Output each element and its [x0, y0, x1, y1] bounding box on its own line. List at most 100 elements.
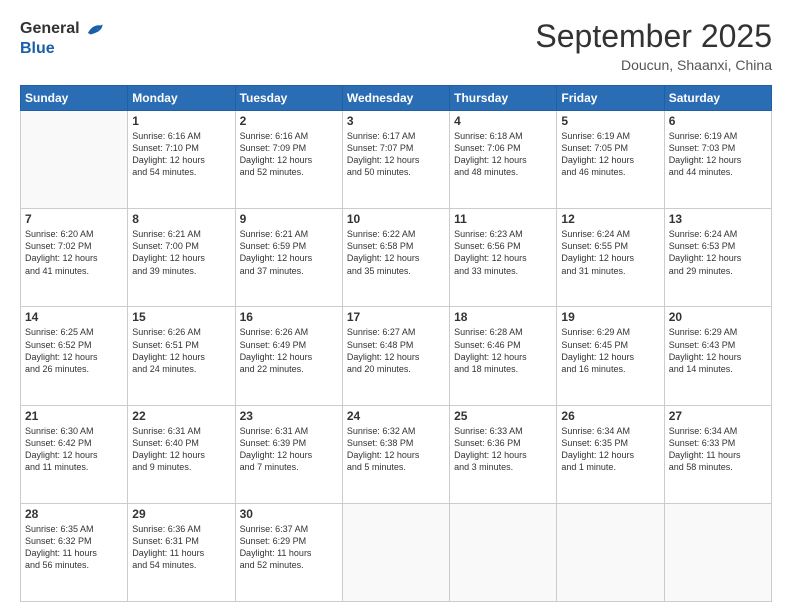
calendar-cell: 15 Sunrise: 6:26 AM Sunset: 6:51 PM Dayli…: [128, 307, 235, 405]
day-info: Sunrise: 6:25 AM Sunset: 6:52 PM Dayligh…: [25, 326, 123, 375]
day-number: 29: [132, 507, 230, 521]
calendar-cell: 23 Sunrise: 6:31 AM Sunset: 6:39 PM Dayli…: [235, 405, 342, 503]
day-info: Sunrise: 6:24 AM Sunset: 6:55 PM Dayligh…: [561, 228, 659, 277]
day-info: Sunrise: 6:21 AM Sunset: 7:00 PM Dayligh…: [132, 228, 230, 277]
day-number: 11: [454, 212, 552, 226]
day-number: 2: [240, 114, 338, 128]
calendar-cell: 26 Sunrise: 6:34 AM Sunset: 6:35 PM Dayli…: [557, 405, 664, 503]
calendar-cell: 29 Sunrise: 6:36 AM Sunset: 6:31 PM Dayli…: [128, 503, 235, 601]
day-info: Sunrise: 6:26 AM Sunset: 6:49 PM Dayligh…: [240, 326, 338, 375]
day-number: 28: [25, 507, 123, 521]
day-info: Sunrise: 6:30 AM Sunset: 6:42 PM Dayligh…: [25, 425, 123, 474]
calendar-cell: 14 Sunrise: 6:25 AM Sunset: 6:52 PM Dayli…: [21, 307, 128, 405]
calendar-cell: [450, 503, 557, 601]
day-info: Sunrise: 6:17 AM Sunset: 7:07 PM Dayligh…: [347, 130, 445, 179]
calendar-cell: 4 Sunrise: 6:18 AM Sunset: 7:06 PM Daylig…: [450, 111, 557, 209]
day-of-week-header: Thursday: [450, 86, 557, 111]
day-info: Sunrise: 6:37 AM Sunset: 6:29 PM Dayligh…: [240, 523, 338, 572]
calendar-cell: 3 Sunrise: 6:17 AM Sunset: 7:07 PM Daylig…: [342, 111, 449, 209]
day-info: Sunrise: 6:19 AM Sunset: 7:05 PM Dayligh…: [561, 130, 659, 179]
calendar-cell: 21Sunrise: 6:30 AM Sunset: 6:42 PM Dayli…: [21, 405, 128, 503]
header: General Blue September 2025 Doucun, Shaa…: [20, 18, 772, 73]
day-info: Sunrise: 6:34 AM Sunset: 6:33 PM Dayligh…: [669, 425, 767, 474]
day-number: 18: [454, 310, 552, 324]
day-info: Sunrise: 6:21 AM Sunset: 6:59 PM Dayligh…: [240, 228, 338, 277]
logo: General Blue: [20, 18, 104, 58]
calendar-cell: 27Sunrise: 6:34 AM Sunset: 6:33 PM Dayli…: [664, 405, 771, 503]
day-info: Sunrise: 6:32 AM Sunset: 6:38 PM Dayligh…: [347, 425, 445, 474]
day-info: Sunrise: 6:27 AM Sunset: 6:48 PM Dayligh…: [347, 326, 445, 375]
day-info: Sunrise: 6:16 AM Sunset: 7:10 PM Dayligh…: [132, 130, 230, 179]
calendar-week-row: 28 Sunrise: 6:35 AM Sunset: 6:32 PM Dayli…: [21, 503, 772, 601]
calendar-cell: [664, 503, 771, 601]
calendar-cell: [21, 111, 128, 209]
day-info: Sunrise: 6:29 AM Sunset: 6:45 PM Dayligh…: [561, 326, 659, 375]
day-info: Sunrise: 6:20 AM Sunset: 7:02 PM Dayligh…: [25, 228, 123, 277]
day-info: Sunrise: 6:35 AM Sunset: 6:32 PM Dayligh…: [25, 523, 123, 572]
calendar-cell: 28 Sunrise: 6:35 AM Sunset: 6:32 PM Dayli…: [21, 503, 128, 601]
day-of-week-header: Friday: [557, 86, 664, 111]
day-number: 26: [561, 409, 659, 423]
day-info: Sunrise: 6:31 AM Sunset: 6:40 PM Dayligh…: [132, 425, 230, 474]
logo-bird-icon: [82, 18, 104, 40]
day-of-week-header: Tuesday: [235, 86, 342, 111]
day-number: 22: [132, 409, 230, 423]
day-number: 20: [669, 310, 767, 324]
day-number: 4: [454, 114, 552, 128]
calendar-cell: 20 Sunrise: 6:29 AM Sunset: 6:43 PM Dayli…: [664, 307, 771, 405]
day-number: 13: [669, 212, 767, 226]
logo-blue-text: Blue: [20, 40, 55, 57]
day-number: 5: [561, 114, 659, 128]
day-number: 30: [240, 507, 338, 521]
day-info: Sunrise: 6:26 AM Sunset: 6:51 PM Dayligh…: [132, 326, 230, 375]
day-info: Sunrise: 6:33 AM Sunset: 6:36 PM Dayligh…: [454, 425, 552, 474]
day-info: Sunrise: 6:22 AM Sunset: 6:58 PM Dayligh…: [347, 228, 445, 277]
calendar-cell: 7 Sunrise: 6:20 AM Sunset: 7:02 PM Daylig…: [21, 209, 128, 307]
day-number: 25: [454, 409, 552, 423]
calendar-cell: 30 Sunrise: 6:37 AM Sunset: 6:29 PM Dayli…: [235, 503, 342, 601]
day-number: 1: [132, 114, 230, 128]
calendar-week-row: 7 Sunrise: 6:20 AM Sunset: 7:02 PM Daylig…: [21, 209, 772, 307]
page: General Blue September 2025 Doucun, Shaa…: [0, 0, 792, 612]
day-info: Sunrise: 6:36 AM Sunset: 6:31 PM Dayligh…: [132, 523, 230, 572]
day-number: 12: [561, 212, 659, 226]
calendar-cell: 24 Sunrise: 6:32 AM Sunset: 6:38 PM Dayli…: [342, 405, 449, 503]
month-title: September 2025: [535, 18, 772, 55]
logo-general-text: General: [20, 20, 80, 38]
calendar-cell: 19 Sunrise: 6:29 AM Sunset: 6:45 PM Dayli…: [557, 307, 664, 405]
day-number: 15: [132, 310, 230, 324]
day-number: 8: [132, 212, 230, 226]
calendar-cell: 9 Sunrise: 6:21 AM Sunset: 6:59 PM Daylig…: [235, 209, 342, 307]
day-info: Sunrise: 6:31 AM Sunset: 6:39 PM Dayligh…: [240, 425, 338, 474]
calendar-cell: 17Sunrise: 6:27 AM Sunset: 6:48 PM Dayli…: [342, 307, 449, 405]
day-info: Sunrise: 6:34 AM Sunset: 6:35 PM Dayligh…: [561, 425, 659, 474]
location: Doucun, Shaanxi, China: [535, 57, 772, 73]
day-number: 23: [240, 409, 338, 423]
calendar-cell: [342, 503, 449, 601]
calendar-cell: 13 Sunrise: 6:24 AM Sunset: 6:53 PM Dayli…: [664, 209, 771, 307]
day-of-week-header: Saturday: [664, 86, 771, 111]
day-info: Sunrise: 6:29 AM Sunset: 6:43 PM Dayligh…: [669, 326, 767, 375]
day-number: 10: [347, 212, 445, 226]
day-number: 9: [240, 212, 338, 226]
day-number: 3: [347, 114, 445, 128]
day-number: 19: [561, 310, 659, 324]
day-of-week-header: Sunday: [21, 86, 128, 111]
day-info: Sunrise: 6:19 AM Sunset: 7:03 PM Dayligh…: [669, 130, 767, 179]
calendar-cell: 5 Sunrise: 6:19 AM Sunset: 7:05 PM Daylig…: [557, 111, 664, 209]
calendar-cell: 22 Sunrise: 6:31 AM Sunset: 6:40 PM Dayli…: [128, 405, 235, 503]
calendar-cell: 8 Sunrise: 6:21 AM Sunset: 7:00 PM Daylig…: [128, 209, 235, 307]
day-info: Sunrise: 6:24 AM Sunset: 6:53 PM Dayligh…: [669, 228, 767, 277]
day-number: 24: [347, 409, 445, 423]
day-info: Sunrise: 6:28 AM Sunset: 6:46 PM Dayligh…: [454, 326, 552, 375]
title-block: September 2025 Doucun, Shaanxi, China: [535, 18, 772, 73]
calendar-cell: 16Sunrise: 6:26 AM Sunset: 6:49 PM Dayli…: [235, 307, 342, 405]
calendar-cell: 1 Sunrise: 6:16 AM Sunset: 7:10 PM Daylig…: [128, 111, 235, 209]
calendar-cell: 10 Sunrise: 6:22 AM Sunset: 6:58 PM Dayli…: [342, 209, 449, 307]
day-number: 14: [25, 310, 123, 324]
day-info: Sunrise: 6:18 AM Sunset: 7:06 PM Dayligh…: [454, 130, 552, 179]
calendar-cell: 11Sunrise: 6:23 AM Sunset: 6:56 PM Dayli…: [450, 209, 557, 307]
calendar-cell: 18 Sunrise: 6:28 AM Sunset: 6:46 PM Dayli…: [450, 307, 557, 405]
day-number: 7: [25, 212, 123, 226]
calendar-week-row: 14 Sunrise: 6:25 AM Sunset: 6:52 PM Dayli…: [21, 307, 772, 405]
